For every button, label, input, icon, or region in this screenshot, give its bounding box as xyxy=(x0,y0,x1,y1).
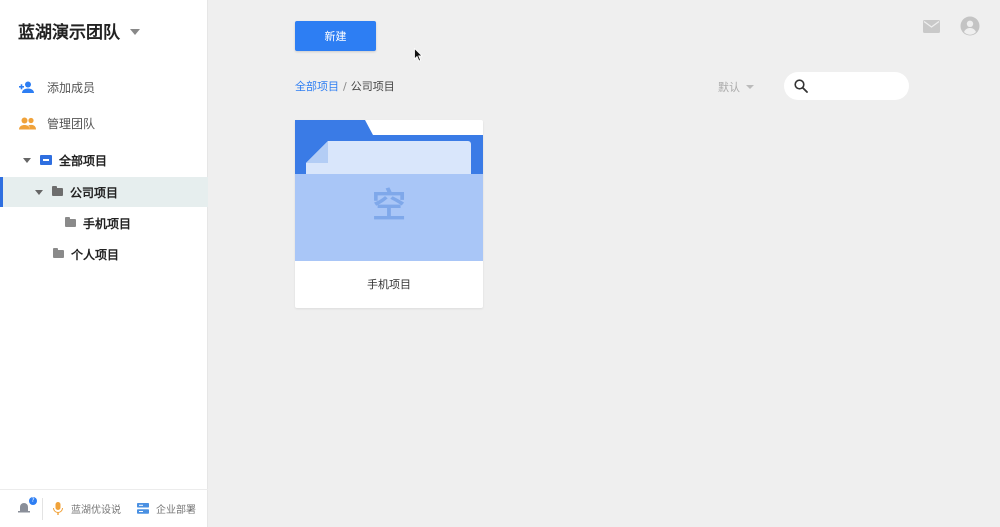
footer-link-blog[interactable]: 蓝湖优设说 xyxy=(53,501,121,516)
footer-link-label: 蓝湖优设说 xyxy=(71,505,121,516)
sort-dropdown[interactable]: 默认 xyxy=(718,79,754,95)
box-icon xyxy=(40,155,52,165)
microphone-icon xyxy=(53,502,63,515)
tree-item-label: 全部项目 xyxy=(59,153,108,168)
user-avatar-icon[interactable] xyxy=(960,16,980,36)
tree-item-personal-projects[interactable]: 个人项目 xyxy=(0,239,208,269)
mail-icon[interactable] xyxy=(923,19,940,33)
team-switcher[interactable]: 蓝湖演示团队 xyxy=(18,18,140,43)
search-box[interactable] xyxy=(784,72,909,100)
tree-item-label: 个人项目 xyxy=(71,247,120,262)
breadcrumb-current: 公司项目 xyxy=(350,80,395,93)
footer-link-label: 企业部署 xyxy=(156,505,196,516)
sidebar: 蓝湖演示团队 添加成员 管理团队 全部项目 公司项目 手机项目 个人项目 ? 蓝… xyxy=(0,0,208,527)
search-icon xyxy=(794,79,808,93)
expand-arrow-icon[interactable] xyxy=(35,189,43,195)
new-button[interactable]: 新建 xyxy=(295,21,376,51)
breadcrumb-root-link[interactable]: 全部项目 xyxy=(295,80,339,93)
notification-icon[interactable]: ? xyxy=(18,496,37,517)
notification-badge: ? xyxy=(29,496,37,505)
server-icon xyxy=(137,503,149,514)
add-member-label: 添加成员 xyxy=(47,81,96,95)
footer-link-enterprise[interactable]: 企业部署 xyxy=(137,501,196,516)
sidebar-footer: ? 蓝湖优设说 企业部署 xyxy=(0,489,208,527)
folder-icon xyxy=(65,217,76,227)
tree-item-label: 手机项目 xyxy=(83,216,132,231)
tree-item-label: 公司项目 xyxy=(70,185,119,200)
project-card[interactable]: 空 手机项目 xyxy=(295,120,483,308)
mouse-cursor-icon xyxy=(414,48,423,62)
manage-team-button[interactable]: 管理团队 xyxy=(18,115,95,132)
manage-team-label: 管理团队 xyxy=(47,117,96,131)
add-user-icon xyxy=(18,81,36,95)
project-card-title: 手机项目 xyxy=(367,278,411,291)
sort-label: 默认 xyxy=(718,81,740,94)
team-name: 蓝湖演示团队 xyxy=(18,23,120,43)
add-member-button[interactable]: 添加成员 xyxy=(18,79,95,96)
empty-placeholder-label: 空 xyxy=(372,186,406,226)
tree-item-mobile-project[interactable]: 手机项目 xyxy=(0,208,208,238)
divider xyxy=(42,497,43,520)
chevron-down-icon xyxy=(130,28,140,35)
team-icon xyxy=(18,117,36,131)
chevron-down-icon xyxy=(746,85,754,89)
folder-icon xyxy=(52,186,63,196)
folder-icon xyxy=(53,248,64,258)
tree-item-all-projects[interactable]: 全部项目 xyxy=(0,145,208,175)
tree-item-company-projects[interactable]: 公司项目 xyxy=(0,177,208,207)
top-right-icons xyxy=(923,16,980,36)
search-input[interactable] xyxy=(816,79,906,93)
expand-arrow-icon[interactable] xyxy=(23,157,31,163)
breadcrumb: 全部项目 / 公司项目 xyxy=(295,78,395,94)
breadcrumb-separator: / xyxy=(343,80,347,93)
